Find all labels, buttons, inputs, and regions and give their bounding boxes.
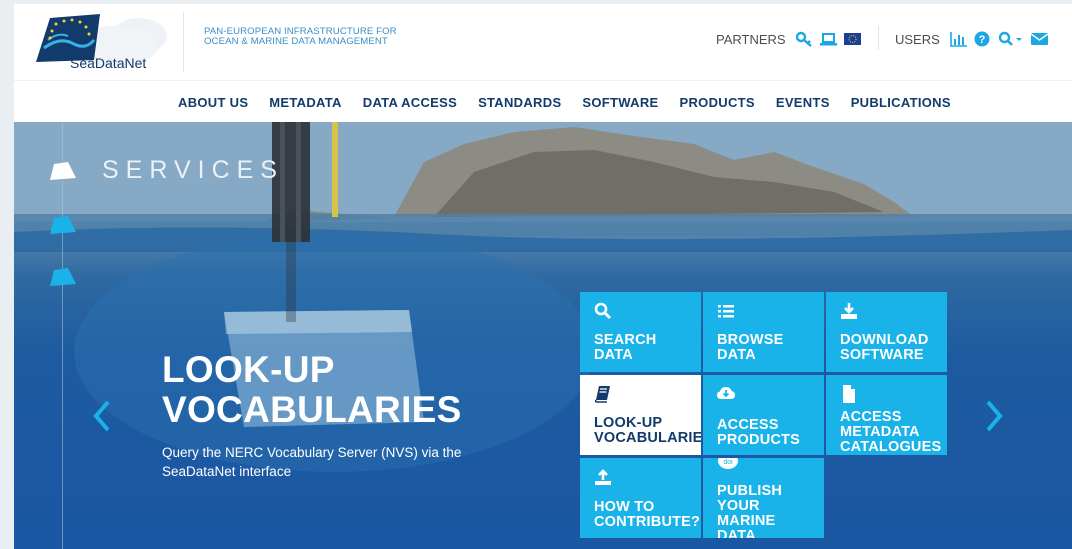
doi-icon: doi (717, 458, 738, 470)
tile-label-line: PUBLISH (717, 483, 783, 499)
download-icon (840, 302, 858, 320)
tile-label-line: MARINE (717, 513, 776, 529)
tile-label: HOW TO CONTRIBUTE? (594, 500, 700, 530)
slide-description: Query the NERC Vocabulary Server (NVS) v… (162, 445, 462, 479)
flag-icon (50, 162, 78, 187)
search-icon (594, 302, 612, 320)
tile-label-line: YOUR (717, 498, 760, 514)
tile-label-line: DOWNLOAD (840, 332, 929, 348)
tile-label-line: PRODUCTS (717, 432, 800, 448)
seadatanet-logo[interactable]: SeaDataNet (34, 10, 184, 74)
tile-label: DOWNLOAD SOFTWARE (840, 333, 929, 363)
flag-icon (50, 216, 78, 241)
tile-search-data[interactable]: SEARCH DATA (580, 292, 701, 372)
nav-item-publications[interactable]: PUBLICATIONS (851, 95, 951, 110)
tile-label-line: DATA (594, 347, 633, 363)
tile-publish-your-marine-data[interactable]: doi PUBLISH YOUR MARINE DATA (703, 458, 824, 538)
svg-text:?: ? (978, 34, 985, 46)
tile-access-metadata-catalogues[interactable]: ACCESS METADATA CATALOGUES (826, 375, 947, 455)
nav-list: ABOUT US METADATA DATA ACCESS STANDARDS … (178, 95, 972, 110)
header-separator (878, 26, 879, 50)
chevron-left-icon[interactable] (90, 396, 114, 436)
tile-label-line: VOCABULARIES (594, 430, 701, 446)
tile-label-line: CONTRIBUTE? (594, 514, 701, 530)
cloud-download-icon (717, 385, 735, 403)
tile-label-line: SOFTWARE (840, 347, 924, 363)
nav-item-events[interactable]: EVENTS (776, 95, 830, 110)
tile-label: PUBLISH YOUR MARINE DATA (717, 483, 783, 539)
tile-label: ACCESS METADATA CATALOGUES (840, 410, 941, 455)
key-icon[interactable] (795, 31, 813, 47)
flag-icon (50, 268, 78, 293)
tile-label-line: DATA (717, 347, 756, 363)
tile-label-line: ACCESS (840, 409, 902, 425)
nav-item-products[interactable]: PRODUCTS (680, 95, 755, 110)
tagline: PAN-EUROPEAN INFRASTRUCTURE FOR OCEAN & … (204, 27, 397, 47)
tile-label-line: DATA (717, 528, 756, 539)
tile-download-software[interactable]: DOWNLOAD SOFTWARE (826, 292, 947, 372)
partners-menu: PARTNERS (716, 30, 868, 48)
tile-browse-data[interactable]: BROWSE DATA (703, 292, 824, 372)
page: SeaDataNet PAN-EUROPEAN INFRASTRUCTURE F… (14, 4, 1072, 549)
search-icon[interactable] (998, 31, 1024, 47)
help-icon[interactable]: ? (974, 31, 991, 47)
laptop-icon[interactable] (819, 31, 837, 47)
nav-item-metadata[interactable]: METADATA (269, 95, 341, 110)
list-icon (717, 302, 735, 320)
tile-look-up-vocabularies[interactable]: LOOK-UP VOCABULARIES (580, 375, 701, 455)
nav-item-standards[interactable]: STANDARDS (478, 95, 561, 110)
bar-chart-icon[interactable] (949, 31, 967, 47)
tagline-line2: OCEAN & MARINE DATA MANAGEMENT (204, 36, 388, 47)
main-nav: ABOUT US METADATA DATA ACCESS STANDARDS … (14, 80, 1072, 122)
tile-access-products[interactable]: ACCESS PRODUCTS (703, 375, 824, 455)
logo-text: SeaDataNet (70, 55, 147, 71)
tile-label-line: METADATA (840, 424, 920, 440)
header: SeaDataNet PAN-EUROPEAN INFRASTRUCTURE F… (14, 4, 1072, 80)
book-icon (594, 385, 612, 403)
users-menu: USERS ? (895, 30, 1055, 48)
tile-label: LOOK-UP VOCABULARIES (594, 416, 701, 446)
upload-icon (594, 468, 612, 486)
tile-label-line: BROWSE (717, 332, 784, 348)
tile-label-line: ACCESS (717, 417, 779, 433)
services-heading: SERVICES (102, 156, 284, 184)
slide-title-line2: VOCABULARIES (162, 389, 462, 430)
hero-carousel: SERVICES LOOK-UP VOCABULARIES Query the … (14, 122, 1072, 549)
tile-how-to-contribute[interactable]: HOW TO CONTRIBUTE? (580, 458, 701, 538)
logo-divider (183, 12, 184, 72)
svg-text:doi: doi (723, 459, 733, 466)
tile-label: BROWSE DATA (717, 333, 783, 363)
file-icon (840, 385, 858, 403)
tile-label: ACCESS PRODUCTS (717, 418, 800, 448)
tile-label-line: CATALOGUES (840, 439, 942, 455)
nav-item-software[interactable]: SOFTWARE (582, 95, 658, 110)
nav-item-data-access[interactable]: DATA ACCESS (363, 95, 457, 110)
nav-item-about-us[interactable]: ABOUT US (178, 95, 248, 110)
eu-flag-icon[interactable] (843, 31, 861, 47)
chevron-right-icon[interactable] (982, 396, 1006, 436)
tile-label: SEARCH DATA (594, 333, 656, 363)
users-label[interactable]: USERS (895, 32, 940, 47)
tile-label-line: HOW TO (594, 499, 655, 515)
slide-title: LOOK-UP VOCABULARIES (162, 350, 462, 430)
tile-label-line: LOOK-UP (594, 415, 663, 431)
envelope-icon[interactable] (1030, 31, 1049, 47)
slide-title-line1: LOOK-UP (162, 349, 335, 390)
tile-label-line: SEARCH (594, 332, 657, 348)
partners-label[interactable]: PARTNERS (716, 32, 786, 47)
